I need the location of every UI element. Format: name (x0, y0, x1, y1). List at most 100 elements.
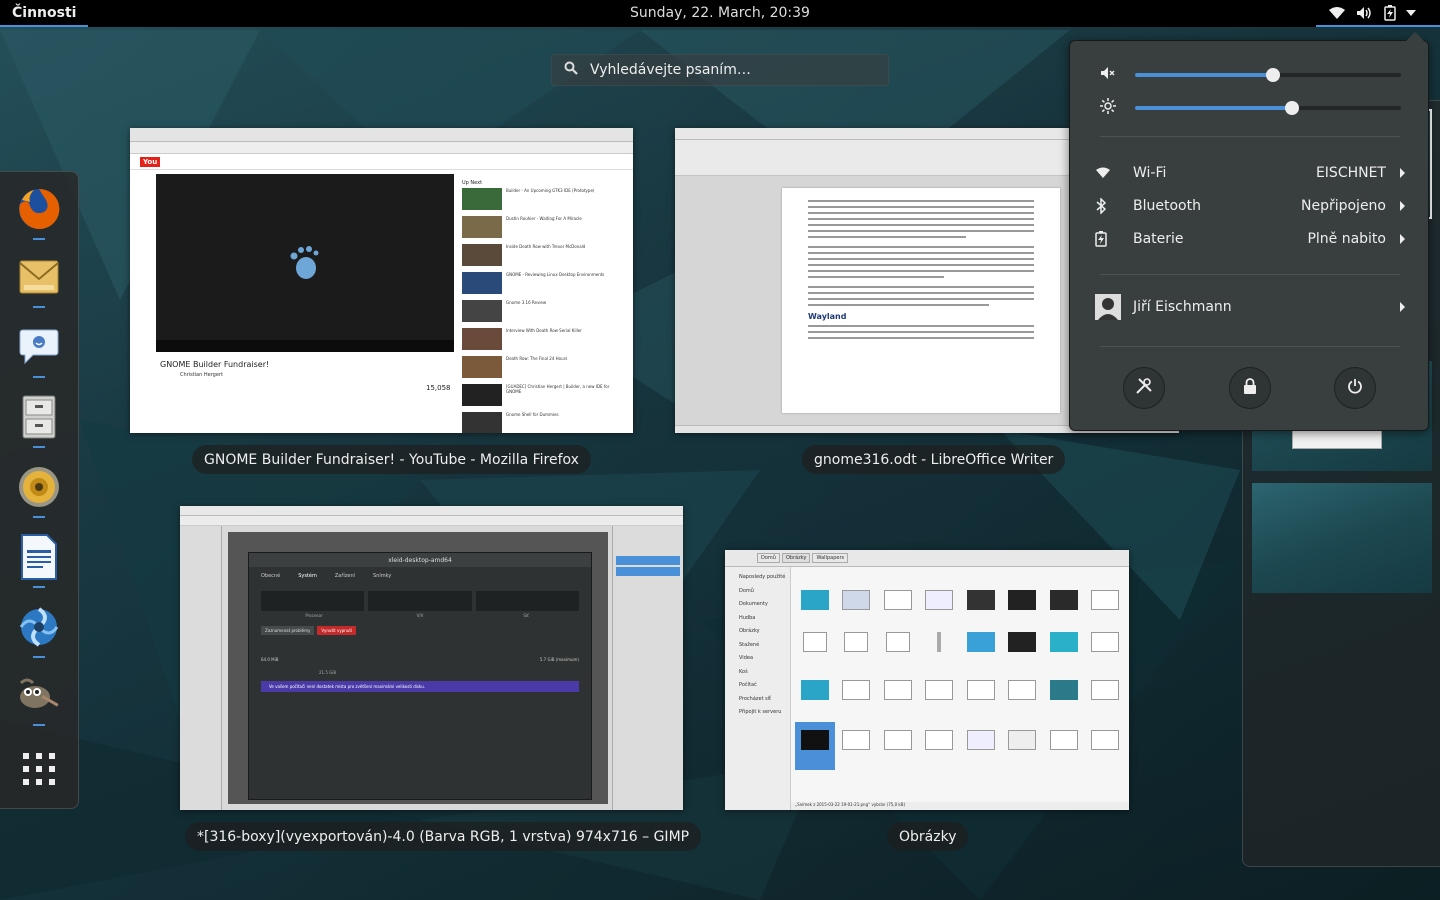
tab-devices[interactable]: Zařízení (335, 573, 355, 579)
path-home[interactable]: Domů (757, 553, 780, 563)
file-item[interactable] (1086, 572, 1126, 620)
window-thumbnail-firefox[interactable]: You GNOME Builder Fundraiser! Christian … (130, 128, 633, 433)
file-item[interactable] (837, 672, 877, 720)
tab-general[interactable]: Obecné (261, 573, 280, 579)
related-video[interactable]: Inside Death Row with Trevor McDonald (462, 244, 627, 270)
file-item[interactable] (961, 572, 1001, 620)
gimp-canvas[interactable]: xleid-desktop-amd64 Obecné Systém Zaříze… (228, 532, 608, 804)
volume-slider-handle[interactable] (1266, 68, 1281, 82)
sidebar-item-computer[interactable]: Počítač (739, 679, 790, 693)
file-item[interactable] (837, 722, 877, 770)
dash-item-writer[interactable] (14, 534, 64, 584)
brightness-slider[interactable] (1135, 101, 1401, 115)
sidebar-item-music[interactable]: Hudba (739, 612, 790, 626)
file-item[interactable] (961, 672, 1001, 720)
window-caption-files[interactable]: Obrázky (887, 822, 969, 851)
wifi-row[interactable]: Wi-Fi EISCHNET (1095, 158, 1405, 188)
power-button[interactable] (1334, 367, 1376, 409)
file-item[interactable] (1003, 622, 1043, 670)
tab-snapshots[interactable]: Snímky (373, 573, 391, 579)
file-item[interactable] (920, 722, 960, 770)
file-item[interactable] (1086, 722, 1126, 770)
dash-item-files[interactable] (14, 394, 64, 444)
file-item[interactable] (1086, 622, 1126, 670)
file-item[interactable] (795, 572, 835, 620)
gimp-icon (15, 675, 63, 719)
related-video[interactable]: Gnome Shell for Dummies (462, 412, 627, 433)
related-video[interactable]: Interview With Death Row Serial Killer (462, 328, 627, 354)
file-item[interactable] (837, 622, 877, 670)
sidebar-item-downloads[interactable]: Stažené (739, 639, 790, 653)
dash-item-shotwell[interactable] (14, 604, 64, 654)
dash-item-gimp[interactable] (14, 672, 64, 722)
overview-search[interactable]: Vyhledávejte psaním… (551, 54, 889, 86)
file-item[interactable] (1044, 622, 1084, 670)
file-item[interactable] (878, 672, 918, 720)
sidebar-item-pictures[interactable]: Obrázky (739, 625, 790, 639)
file-item[interactable] (920, 622, 960, 670)
file-item[interactable] (878, 572, 918, 620)
file-item[interactable] (795, 672, 835, 720)
sidebar-item-videos[interactable]: Videa (739, 652, 790, 666)
related-video[interactable]: GNOME - Reviewing Linux Desktop Environm… (462, 272, 627, 298)
window-thumbnail-files[interactable]: Domů Obrázky Wallpapers Naposledy použit… (725, 550, 1129, 810)
clock-label[interactable]: Sunday, 22. March, 20:39 (630, 5, 810, 21)
system-status-area[interactable] (1316, 0, 1440, 27)
related-video[interactable]: Builder - An Upcoming GTK3 IDE (Prototyp… (462, 188, 627, 214)
file-item[interactable] (920, 672, 960, 720)
window-thumbnail-gimp[interactable]: xleid-desktop-amd64 Obecné Systém Zaříze… (180, 506, 683, 810)
sidebar-item-recent[interactable]: Naposledy použité (739, 571, 790, 585)
related-video[interactable]: Dustin Rouhier - Waiting For A Miracle (462, 216, 627, 242)
gimp-toolbox[interactable] (180, 526, 222, 810)
gimp-layers-dock[interactable] (612, 526, 683, 810)
battery-row[interactable]: Baterie Plně nabito (1095, 224, 1405, 254)
file-item[interactable] (1044, 572, 1084, 620)
lock-button[interactable] (1229, 367, 1271, 409)
show-applications-button[interactable] (14, 746, 64, 796)
related-video[interactable]: Death Row: The Final 24 Hours (462, 356, 627, 382)
file-item[interactable] (795, 622, 835, 670)
force-shutdown-button[interactable]: Vynutit vypnutí (317, 626, 356, 635)
file-item[interactable] (961, 722, 1001, 770)
file-item[interactable] (837, 572, 877, 620)
related-video[interactable]: Gnome 3.16 Review (462, 300, 627, 326)
file-item-selected[interactable] (795, 722, 835, 770)
tab-system[interactable]: Systém (298, 573, 317, 579)
volume-slider[interactable] (1135, 68, 1401, 82)
file-item[interactable] (1086, 672, 1126, 720)
file-item[interactable] (878, 722, 918, 770)
dash-item-rhythmbox[interactable] (14, 464, 64, 514)
dash-item-evolution[interactable] (14, 254, 64, 304)
file-item[interactable] (878, 622, 918, 670)
window-caption-firefox[interactable]: GNOME Builder Fundraiser! - YouTube - Mo… (192, 445, 591, 474)
file-item[interactable] (1044, 672, 1084, 720)
file-item[interactable] (1003, 572, 1043, 620)
report-problems-button[interactable]: Zaznamenat problémy (261, 626, 315, 635)
sidebar-item-browse-network[interactable]: Procházet síť (739, 693, 790, 707)
sidebar-item-connect-server[interactable]: Připojit k serveru (739, 706, 790, 720)
file-item[interactable] (920, 572, 960, 620)
sidebar-item-home[interactable]: Domů (739, 585, 790, 599)
file-item[interactable] (1044, 722, 1084, 770)
path-pictures[interactable]: Obrázky (781, 553, 811, 563)
settings-button[interactable] (1123, 367, 1165, 409)
file-item[interactable] (1003, 672, 1043, 720)
video-player[interactable] (156, 174, 454, 352)
document-page[interactable]: Wayland (782, 188, 1060, 413)
workspace-3[interactable] (1252, 483, 1432, 593)
file-item[interactable] (961, 622, 1001, 670)
sidebar-item-trash[interactable]: Koš (739, 666, 790, 680)
brightness-slider-handle[interactable] (1284, 101, 1299, 115)
file-item[interactable] (1003, 722, 1043, 770)
related-video[interactable]: [GUADEC] Christian Hergert | Builder, a … (462, 384, 627, 410)
user-row[interactable]: Jiří Eischmann (1095, 292, 1405, 322)
activities-button[interactable]: Činnosti (0, 0, 89, 27)
dash-item-empathy[interactable] (14, 324, 64, 374)
bluetooth-row[interactable]: Bluetooth Nepřipojeno (1095, 191, 1405, 221)
path-wallpapers[interactable]: Wallpapers (812, 553, 849, 563)
dash-item-firefox[interactable] (14, 186, 64, 236)
window-caption-gimp[interactable]: *[316-boxy](vyexportován)-4.0 (Barva RGB… (185, 822, 702, 851)
window-caption-writer[interactable]: gnome316.odt - LibreOffice Writer (802, 445, 1066, 474)
settings-icon (1135, 377, 1153, 399)
sidebar-item-documents[interactable]: Dokumenty (739, 598, 790, 612)
